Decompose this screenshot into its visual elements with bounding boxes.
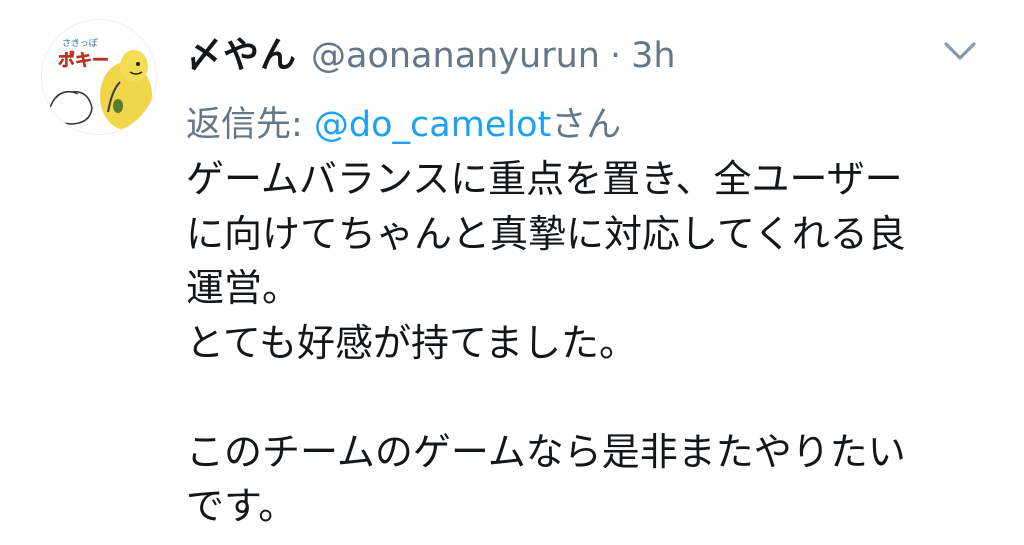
avatar-illustration: さきっぽ ポキー (42, 20, 156, 134)
tweet: さきっぽ ポキー 〆やん @aonananyurun · 3h 返信先: @do… (0, 0, 1024, 545)
reply-prefix: 返信先: (186, 105, 314, 145)
tweet-body-line: 運営。 (186, 266, 301, 310)
timestamp[interactable]: 3h (631, 36, 675, 76)
reply-mention-link[interactable]: @do_camelot (314, 105, 551, 145)
user-handle[interactable]: @aonananyurun (311, 36, 600, 76)
reply-suffix: さん (551, 105, 622, 145)
avatar-small-text: さきっぽ (62, 38, 98, 49)
chevron-down-icon[interactable] (942, 38, 978, 64)
avatar[interactable]: さきっぽ ポキー (42, 20, 156, 134)
tweet-body-line: です。 (186, 484, 297, 528)
tweet-body-line: とても好感が持てました。 (186, 320, 638, 365)
tweet-header: 〆やん @aonananyurun · 3h (186, 26, 676, 76)
tweet-body-line: このチームのゲームなら是非またやりたい (186, 429, 906, 474)
tweet-body-line: ゲームバランスに重点を置き、全ユーザー (186, 157, 903, 201)
reply-context: 返信先: @do_camelotさん (186, 96, 621, 147)
display-name[interactable]: 〆やん (186, 26, 297, 78)
tweet-body-blank-line (186, 370, 976, 425)
tweet-body: ゲームバランスに重点を置き、全ユーザー に向けてちゃんと真摯に対応してくれる良 … (186, 152, 976, 534)
avatar-caption: ポキー (58, 50, 109, 71)
tweet-body-line: に向けてちゃんと真摯に対応してくれる良 (186, 211, 906, 256)
separator-dot: · (609, 36, 622, 76)
